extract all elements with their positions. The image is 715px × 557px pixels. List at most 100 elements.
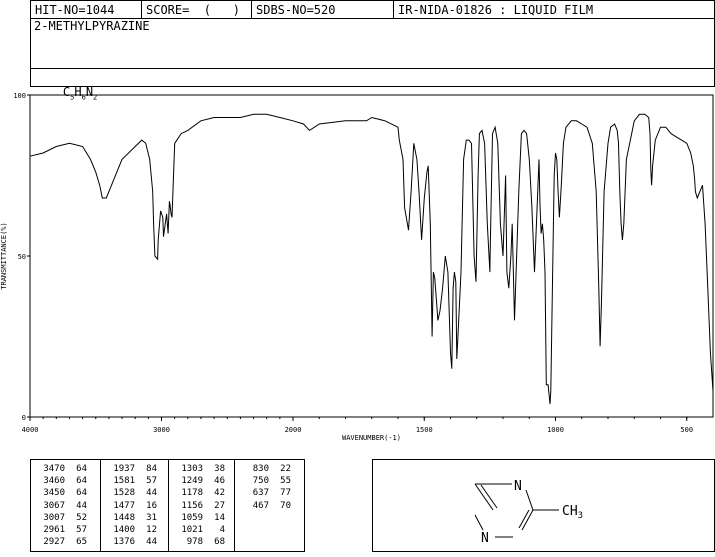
peak-row: 3450 64 <box>35 487 87 499</box>
plot-frame <box>29 94 714 418</box>
peak-row: 1400 12 <box>105 524 157 536</box>
peak-transmittance: 46 <box>214 476 225 487</box>
peak-transmittance: 64 <box>76 464 87 474</box>
peak-transmittance: 55 <box>280 476 291 487</box>
peak-wavenumber: 750 <box>252 476 269 487</box>
peak-transmittance: 27 <box>214 500 225 511</box>
peak-column: 830 22 750 55 637 77 467 70 <box>239 463 291 512</box>
peak-transmittance: 57 <box>146 476 157 487</box>
peak-transmittance: 44 <box>146 537 157 548</box>
peak-transmittance: 64 <box>76 476 87 487</box>
peak-transmittance: 31 <box>146 512 157 523</box>
peak-wavenumber: 978 <box>186 537 203 548</box>
peak-transmittance: 16 <box>146 500 157 511</box>
peak-transmittance: 57 <box>76 525 87 536</box>
peak-wavenumber: 1528 <box>113 488 135 499</box>
x-tick-label: 500 <box>680 426 693 434</box>
peak-column: 1937 84 1581 57 1528 44 1477 16 1448 31 1400 12 1376… <box>105 463 157 548</box>
spectrum-line <box>29 113 714 405</box>
y-tick-label: 50 <box>18 253 26 261</box>
peak-transmittance: 38 <box>214 464 225 474</box>
y-tick-label: 100 <box>13 92 26 100</box>
peak-row: 3460 64 <box>35 475 87 487</box>
peak-row: 1376 44 <box>105 536 157 548</box>
peak-column-divider <box>234 460 235 551</box>
peak-row: 1581 57 <box>105 475 157 487</box>
peak-wavenumber: 830 <box>252 464 269 474</box>
peak-wavenumber: 1477 <box>113 500 135 511</box>
peak-row: 1477 16 <box>105 500 157 512</box>
peak-wavenumber: 1178 <box>181 488 203 499</box>
x-tick-label: 4000 <box>22 426 39 434</box>
x-axis-label: WAVENUMBER(-1) <box>342 434 401 442</box>
peak-row: 830 22 <box>239 463 291 475</box>
peak-row: 1448 31 <box>105 512 157 524</box>
peak-wavenumber: 1581 <box>113 476 135 487</box>
peak-row: 1059 14 <box>173 512 225 524</box>
peak-row: 1303 38 <box>173 463 225 475</box>
peak-wavenumber: 1059 <box>181 512 203 523</box>
peak-wavenumber: 637 <box>252 488 269 499</box>
peak-wavenumber: 1376 <box>113 537 135 548</box>
peak-transmittance: 42 <box>214 488 225 499</box>
peak-wavenumber: 1021 <box>181 525 203 536</box>
peak-transmittance: 44 <box>146 488 157 499</box>
peak-row: 1156 27 <box>173 500 225 512</box>
structure-box: N N CH3 <box>372 459 715 552</box>
methyl-label: CH3 <box>562 504 583 521</box>
peak-row: 3470 64 <box>35 463 87 475</box>
peak-row: 2961 57 <box>35 524 87 536</box>
peak-transmittance: 64 <box>76 488 87 499</box>
peak-wavenumber: 1937 <box>113 464 135 474</box>
peak-row: 1937 84 <box>105 463 157 475</box>
ring-nitrogen-bottom: N <box>481 531 489 546</box>
x-tick-label: 1000 <box>547 426 564 434</box>
peak-transmittance: 52 <box>76 512 87 523</box>
peak-wavenumber: 1303 <box>181 464 203 474</box>
peak-wavenumber: 2961 <box>43 525 65 536</box>
peak-transmittance: 22 <box>280 464 291 474</box>
peak-transmittance: 44 <box>76 500 87 511</box>
peak-column: 3470 64 3460 64 3450 64 3067 44 3007 52 2961 57 2927… <box>35 463 87 548</box>
peak-wavenumber: 3450 <box>43 488 65 499</box>
peak-wavenumber: 1448 <box>113 512 135 523</box>
x-tick-label: 3000 <box>153 426 170 434</box>
peak-row: 3067 44 <box>35 500 87 512</box>
x-tick-label: 2000 <box>285 426 302 434</box>
peak-transmittance: 68 <box>214 537 225 548</box>
peak-row: 637 77 <box>239 487 291 499</box>
peak-table: 3470 64 3460 64 3450 64 3067 44 3007 52 2961 57 2927… <box>30 459 305 552</box>
peak-row: 1021 4 <box>173 524 225 536</box>
peak-wavenumber: 3460 <box>43 476 65 487</box>
y-axis-label: TRANSMITTANCE(%) <box>0 222 8 289</box>
peak-row: 2927 65 <box>35 536 87 548</box>
ir-spectrum-chart: 4000 3000 2000 1500 1000 500100500WAVENUMBER(… <box>0 92 714 442</box>
peak-row: 978 68 <box>173 536 225 548</box>
pyrazine-structure: N N CH3 <box>474 479 583 546</box>
peak-wavenumber: 3007 <box>43 512 65 523</box>
peak-transmittance: 77 <box>280 488 291 499</box>
peak-wavenumber: 3470 <box>43 464 65 474</box>
peak-transmittance: 70 <box>280 500 291 511</box>
peak-transmittance: 14 <box>214 512 225 523</box>
peak-transmittance: 84 <box>146 464 157 474</box>
peak-row: 3007 52 <box>35 512 87 524</box>
peak-transmittance: 4 <box>219 525 225 536</box>
peak-wavenumber: 1400 <box>113 525 135 536</box>
peak-row: 1249 46 <box>173 475 225 487</box>
peak-wavenumber: 3067 <box>43 500 65 511</box>
peak-transmittance: 12 <box>146 525 157 536</box>
peak-row: 750 55 <box>239 475 291 487</box>
ring-nitrogen-top: N <box>514 479 522 494</box>
peak-row: 467 70 <box>239 500 291 512</box>
y-tick-label: 0 <box>22 414 26 422</box>
peak-transmittance: 65 <box>76 537 87 548</box>
peak-row: 1178 42 <box>173 487 225 499</box>
peak-row: 1528 44 <box>105 487 157 499</box>
peak-column-divider <box>100 460 101 551</box>
peak-wavenumber: 2927 <box>43 537 65 548</box>
peak-column: 1303 38 1249 46 1178 42 1156 27 1059 14 1021 4 978 68 <box>173 463 225 548</box>
peak-wavenumber: 1156 <box>181 500 203 511</box>
peak-wavenumber: 1249 <box>181 476 203 487</box>
x-tick-label: 1500 <box>416 426 433 434</box>
